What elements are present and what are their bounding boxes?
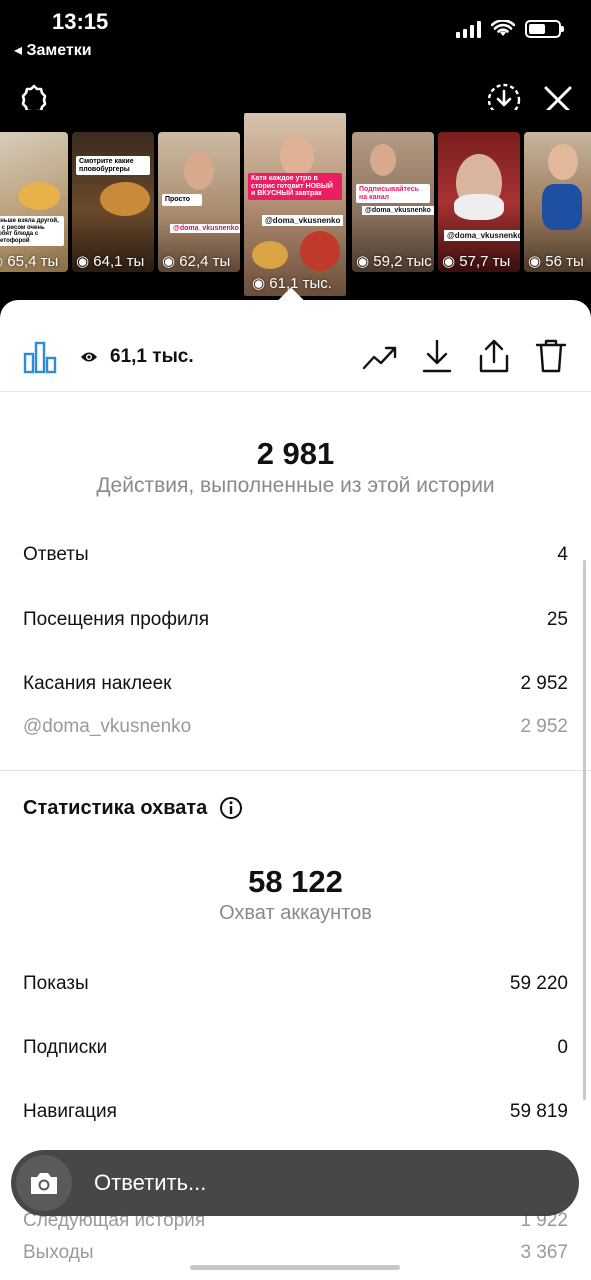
- stat-row: Касания наклеек 2 952: [23, 673, 568, 695]
- story-thumbnail[interactable]: ◉ 56 ты: [524, 132, 591, 272]
- story-thumbnail[interactable]: Раньше взяла другой, не с рисом очень лю…: [0, 132, 68, 272]
- thumbnail-caption: Просто: [162, 194, 202, 206]
- thumbnail-mention: @doma_vkusnenko: [262, 215, 344, 226]
- reply-bar[interactable]: Ответить...: [11, 1150, 579, 1216]
- stat-label: Показы: [23, 973, 89, 994]
- thumbnail-views: ◉ 56 ты: [528, 253, 584, 270]
- story-thumbnail[interactable]: Просто @doma_vkusnenko ◉ 62,4 ты: [158, 132, 240, 272]
- stat-row: Ответы 4: [23, 544, 568, 566]
- thumbnail-mention: @doma_vkusnenko: [444, 230, 520, 241]
- share-icon[interactable]: [478, 338, 510, 374]
- info-icon[interactable]: [219, 796, 243, 820]
- stat-value: 59 819: [509, 1101, 568, 1122]
- views-count: 61,1 тыс.: [80, 346, 194, 368]
- section-divider: [0, 770, 591, 771]
- stat-value: 4: [557, 544, 568, 565]
- stat-value: 2 952: [520, 716, 568, 737]
- trash-icon[interactable]: [534, 338, 568, 374]
- reach-label: Охват аккаунтов: [219, 902, 372, 924]
- stat-row: Выходы 3 367: [23, 1242, 568, 1264]
- story-thumbnail-selected[interactable]: Катя каждое утро в сторис готовит НОВЫЙ …: [244, 113, 346, 296]
- story-thumbnail[interactable]: @doma_vkusnenko ◉ 57,7 ты: [438, 132, 520, 272]
- story-thumbnail[interactable]: Смотрите какие пловобургеры ◉ 64,1 ты: [72, 132, 154, 272]
- views-count-value: 61,1 тыс.: [110, 346, 194, 367]
- stat-row: Навигация 59 819: [23, 1101, 568, 1123]
- stat-label: Выходы: [23, 1242, 94, 1263]
- battery-icon: [525, 20, 564, 38]
- thumbnail-views: ◉ 57,7 ты: [442, 253, 511, 270]
- stat-row: Подписки 0: [23, 1037, 568, 1059]
- thumbnail-caption: Катя каждое утро в сторис готовит НОВЫЙ …: [248, 173, 342, 201]
- stat-label: Подписки: [23, 1037, 108, 1058]
- eye-icon: [81, 352, 97, 362]
- download-icon[interactable]: [421, 338, 453, 374]
- story-thumbnail[interactable]: Подписывайтесь на канал @doma_vkusnenko …: [352, 132, 434, 272]
- stat-label: Навигация: [23, 1101, 117, 1122]
- promote-trend-icon[interactable]: [362, 344, 398, 372]
- wifi-icon: [491, 20, 515, 36]
- stat-row: Посещения профиля 25: [23, 609, 568, 631]
- reply-input[interactable]: Ответить...: [94, 1170, 206, 1196]
- thumbnail-caption: Смотрите какие пловобургеры: [76, 156, 150, 176]
- status-icons: [456, 20, 564, 38]
- camera-icon: [31, 1173, 57, 1194]
- stat-value: 0: [557, 1037, 568, 1058]
- thumbnail-mention: @doma_vkusnenko: [170, 224, 240, 233]
- stat-label: @doma_vkusnenko: [23, 716, 192, 737]
- actions-label: Действия, выполненные из этой истории: [96, 474, 495, 497]
- thumbnail-mention: @doma_vkusnenko: [362, 206, 434, 215]
- reach-total: 58 122: [248, 864, 343, 899]
- thumbnail-views: ◉ 59,2 тыс: [356, 253, 432, 270]
- bar-chart-icon[interactable]: [22, 340, 58, 374]
- thumbnail-caption: Раньше взяла другой, не с рисом очень лю…: [0, 216, 64, 247]
- back-to-app-link[interactable]: ◂ Заметки: [14, 40, 92, 60]
- stat-row-mention[interactable]: @doma_vkusnenko 2 952: [23, 716, 568, 738]
- status-bar: 13:15 ◂ Заметки: [0, 0, 591, 70]
- thumbnail-views: ◉ 62,4 ты: [162, 253, 231, 270]
- cellular-signal-icon: [456, 20, 481, 38]
- camera-button[interactable]: [16, 1155, 72, 1211]
- insights-card: 61,1 тыс. 2 981 Действия, выполненные из…: [0, 300, 591, 1280]
- scrollbar[interactable]: [583, 560, 586, 1100]
- actions-total: 2 981: [256, 436, 335, 471]
- stat-label: Ответы: [23, 544, 89, 565]
- thumbnail-views: ◉ 65,4 ты: [0, 253, 59, 270]
- insights-toolbar: 61,1 тыс.: [0, 322, 591, 392]
- stat-value: 25: [546, 609, 568, 630]
- stat-value: 59 220: [509, 973, 568, 994]
- thumbnail-caption: Подписывайтесь на канал: [356, 184, 430, 204]
- story-carousel[interactable]: Раньше взяла другой, не с рисом очень лю…: [0, 110, 591, 300]
- stat-row: Показы 59 220: [23, 973, 568, 995]
- home-indicator: [190, 1265, 400, 1270]
- stat-value: 3 367: [520, 1242, 568, 1263]
- reach-section-title: Статистика охвата: [23, 796, 243, 820]
- stat-label: Касания наклеек: [23, 673, 172, 694]
- stat-label: Посещения профиля: [23, 609, 209, 630]
- stat-value: 2 952: [520, 673, 568, 694]
- status-time: 13:15: [52, 9, 109, 34]
- thumbnail-views: ◉ 64,1 ты: [76, 253, 145, 270]
